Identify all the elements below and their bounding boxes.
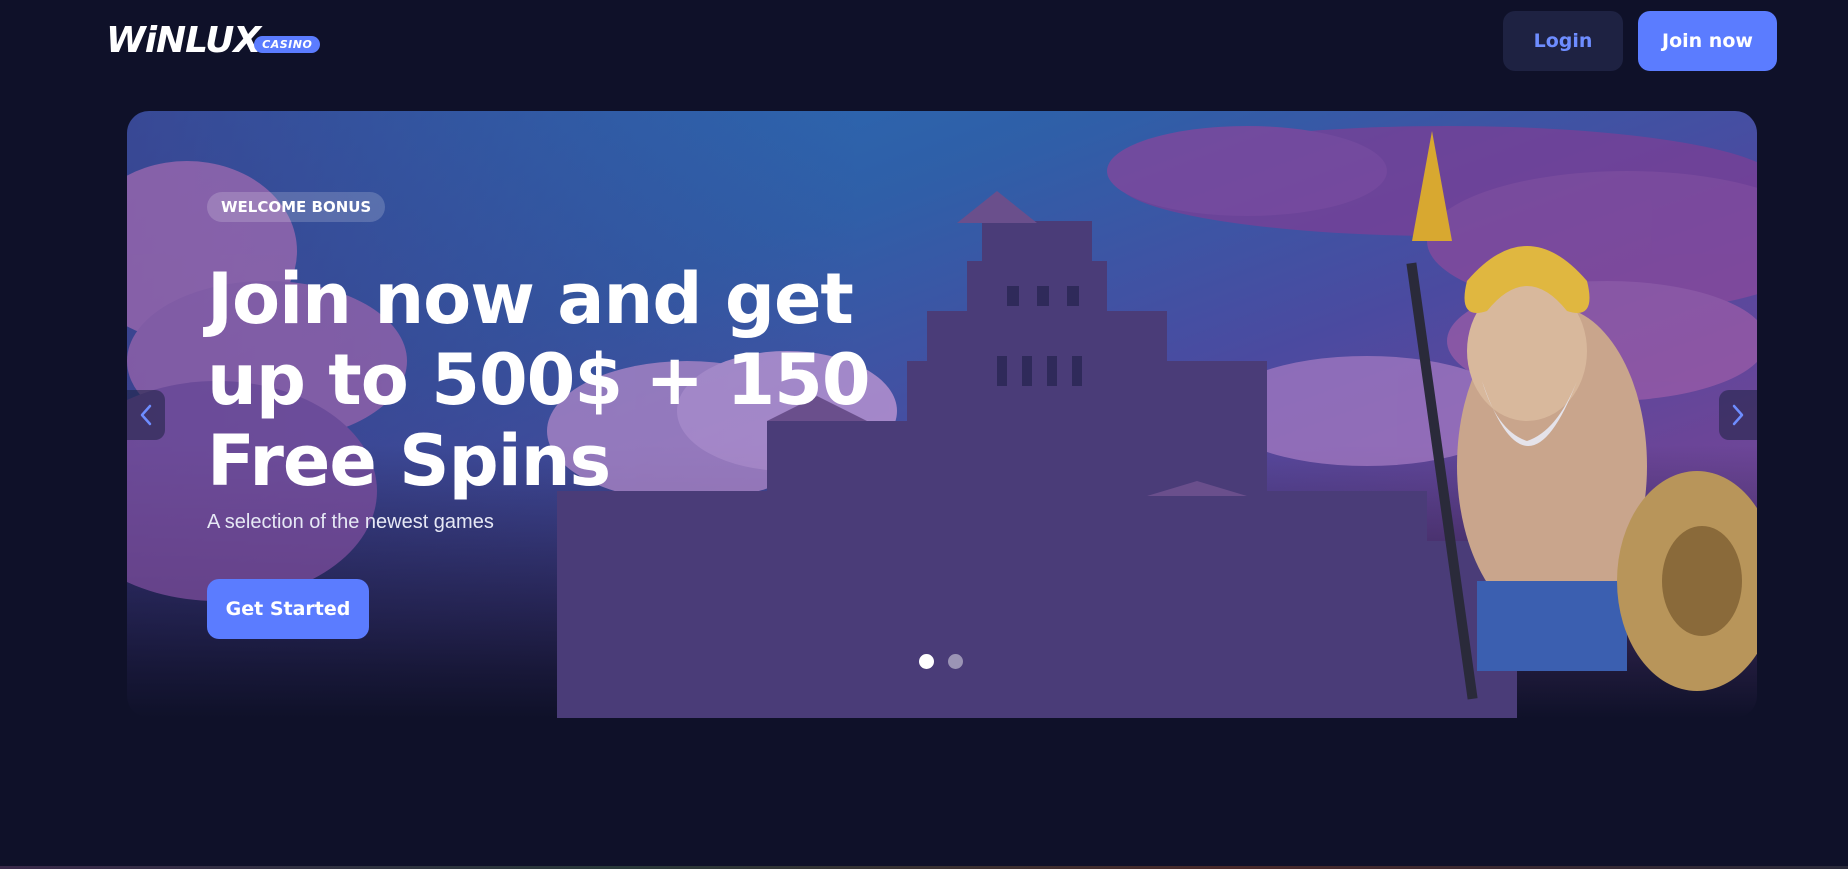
logo-wordmark: WiNLUX bbox=[106, 19, 261, 61]
login-button[interactable]: Login bbox=[1503, 11, 1623, 71]
chevron-left-icon bbox=[140, 404, 152, 426]
winlux-logo[interactable]: WiNLUX CASINO bbox=[106, 18, 321, 62]
join-now-button[interactable]: Join now bbox=[1638, 11, 1777, 71]
page: WiNLUX CASINO Login Join now WELCOME BON… bbox=[0, 0, 1848, 869]
headline-line-2: up to 500$ + 150 bbox=[207, 339, 871, 421]
headline-line-3: Free Spins bbox=[207, 420, 611, 502]
get-started-button[interactable]: Get Started bbox=[207, 579, 369, 639]
hero-subtext: A selection of the newest games bbox=[207, 511, 494, 533]
welcome-bonus-badge: WELCOME BONUS bbox=[207, 192, 386, 222]
carousel-dot-1[interactable] bbox=[919, 654, 934, 669]
carousel-prev-button[interactable] bbox=[127, 390, 165, 440]
hero-headline: Join now and get up to 500$ + 150 Free S… bbox=[207, 259, 927, 502]
carousel-dot-2[interactable] bbox=[948, 654, 963, 669]
carousel-next-button[interactable] bbox=[1719, 390, 1757, 440]
hero-banner: WELCOME BONUS Join now and get up to 500… bbox=[127, 111, 1757, 718]
carousel-pagination bbox=[919, 654, 963, 669]
logo-casino-badge: CASINO bbox=[254, 35, 321, 53]
chevron-right-icon bbox=[1732, 404, 1744, 426]
headline-line-1: Join now and get bbox=[207, 258, 854, 340]
